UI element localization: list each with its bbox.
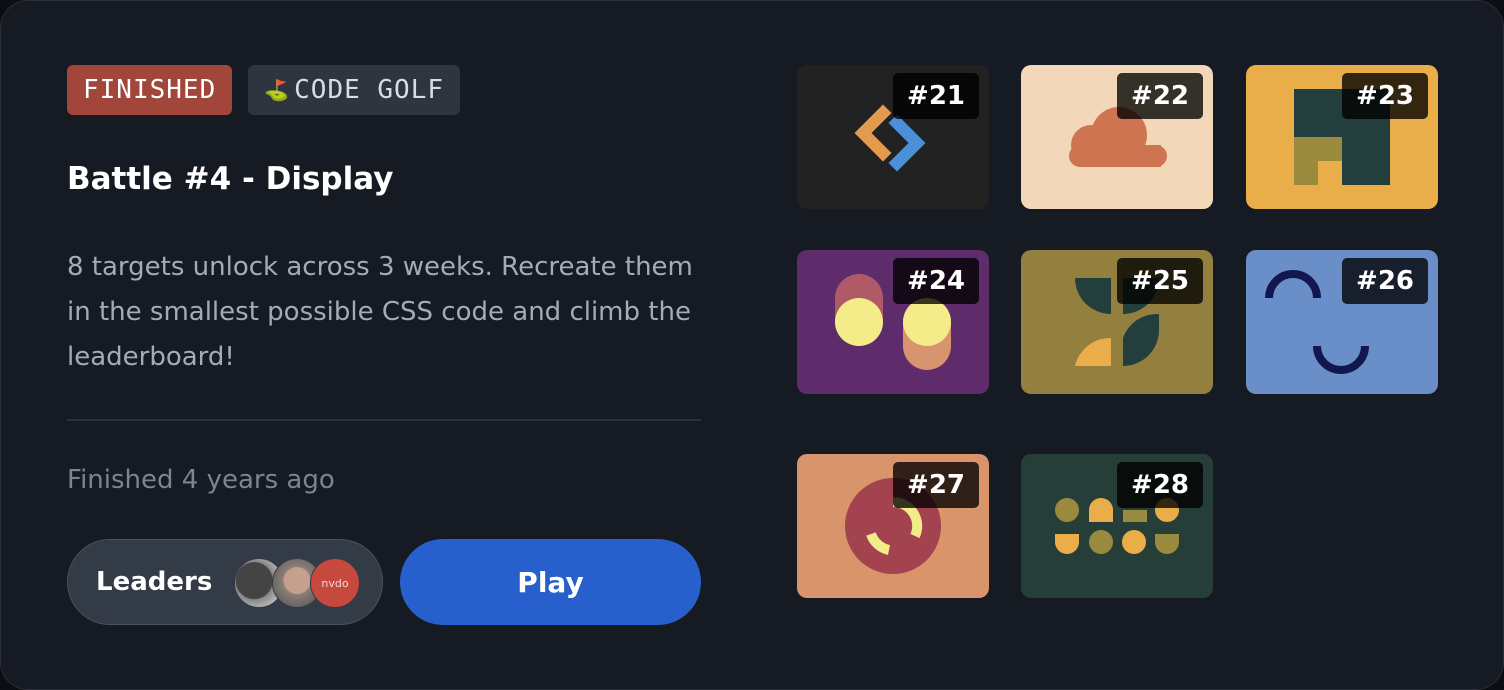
battle-status-text: Finished 4 years ago: [67, 465, 335, 495]
divider: [67, 419, 701, 421]
target-tile-24[interactable]: #24: [797, 250, 989, 394]
target-tile-23[interactable]: #23: [1246, 65, 1438, 209]
tag-row: FINISHED ⛳ CODE GOLF: [67, 65, 701, 115]
golf-flag-icon: ⛳: [264, 78, 291, 102]
target-number: #25: [1117, 258, 1203, 304]
leaders-button[interactable]: Leaders nvdo: [67, 539, 383, 625]
target-number: #28: [1117, 462, 1203, 508]
target-number: #24: [893, 258, 979, 304]
target-number: #26: [1342, 258, 1428, 304]
battle-title: Battle #4 - Display: [67, 161, 394, 197]
target-tile-22[interactable]: #22: [1021, 65, 1213, 209]
target-tile-25[interactable]: #25: [1021, 250, 1213, 394]
category-label: CODE GOLF: [294, 75, 445, 105]
battle-card: FINISHED ⛳ CODE GOLF Battle #4 - Display…: [0, 0, 1504, 690]
target-tile-26[interactable]: #26: [1246, 250, 1438, 394]
target-number: #23: [1342, 73, 1428, 119]
target-tile-28[interactable]: #28: [1021, 454, 1213, 598]
status-badge: FINISHED: [67, 65, 233, 115]
target-tile-21[interactable]: #21: [797, 65, 989, 209]
battle-info: FINISHED ⛳ CODE GOLF Battle #4 - Display…: [67, 65, 701, 625]
target-tile-27[interactable]: #27: [797, 454, 989, 598]
leaders-label: Leaders: [96, 567, 213, 597]
leader-avatars: nvdo: [234, 558, 360, 608]
target-number: #21: [893, 73, 979, 119]
target-number: #22: [1117, 73, 1203, 119]
play-button[interactable]: Play: [400, 539, 701, 625]
target-number: #27: [893, 462, 979, 508]
category-badge: ⛳ CODE GOLF: [248, 65, 461, 115]
battle-description: 8 targets unlock across 3 weeks. Recreat…: [67, 252, 693, 372]
leader-avatar-3[interactable]: nvdo: [310, 558, 360, 608]
